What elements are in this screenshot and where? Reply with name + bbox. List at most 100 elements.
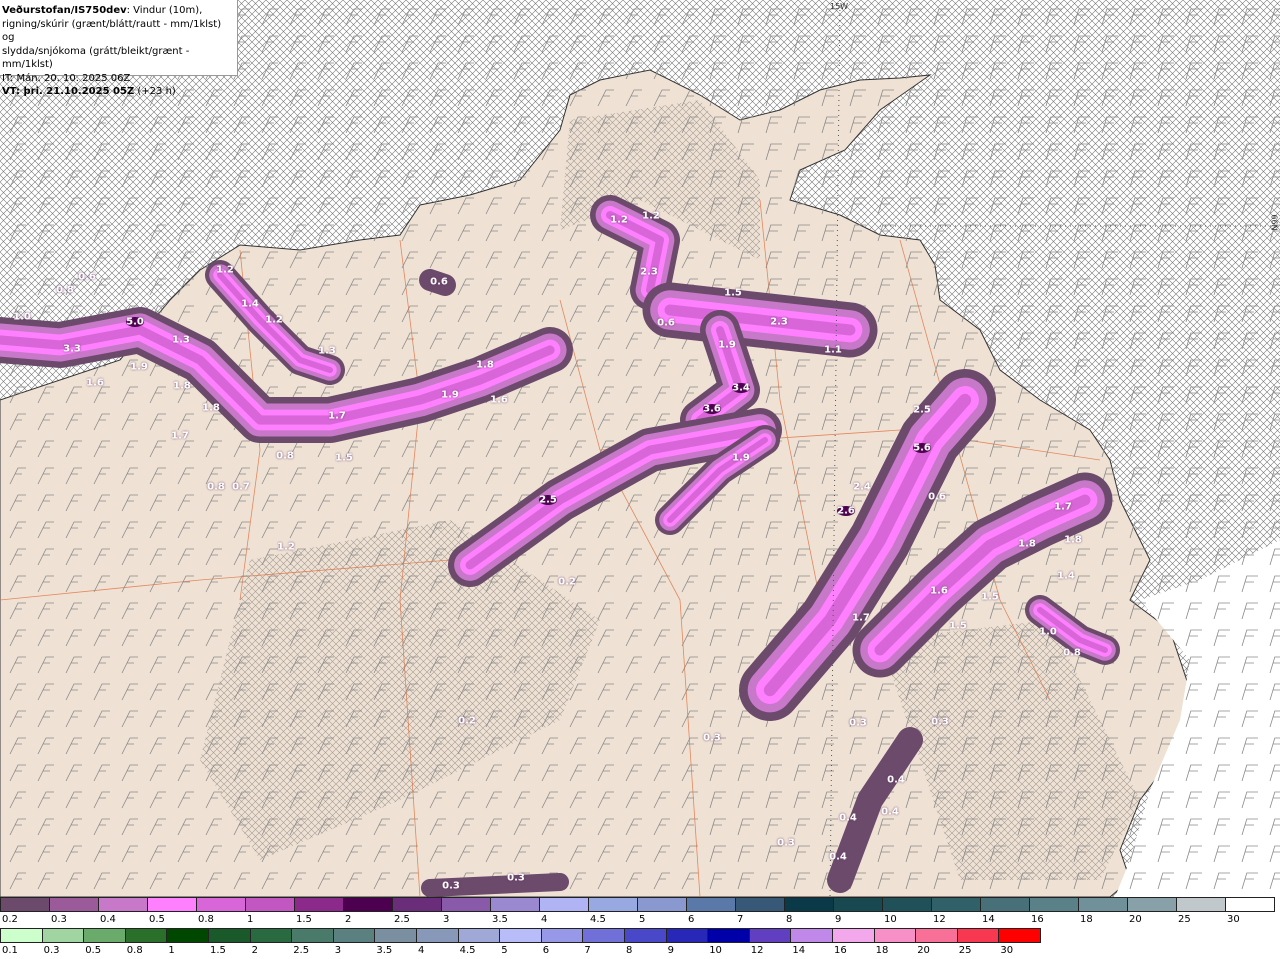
precip-value-label: 2.6 [837,505,855,517]
legend-swatch [665,928,709,943]
legend-tick: 20 [917,945,930,956]
legend-swatch [0,928,43,943]
precip-value-label: 2.3 [640,266,658,278]
precip-value-label: 1.5 [724,287,742,299]
legend-tick: 7 [584,945,591,956]
legend-swatch [245,897,295,912]
legend-swatch [882,897,932,912]
legend-swatch [98,897,148,912]
legend-tick: 18 [1080,914,1093,925]
legend-tick: 3.5 [492,914,508,925]
legend-swatch [166,928,209,943]
legend-swatch [499,928,542,943]
legend-tick: 14 [982,914,995,925]
precip-value-label: 0.4 [887,774,905,786]
legend-tick: 0.8 [126,945,143,956]
precip-value-label: 0.3 [931,716,949,728]
precip-value-label: 0.8 [56,284,74,296]
legend-swatch [707,928,750,943]
precip-value-label: 0.8 [276,450,294,462]
legend-swatch [956,928,1000,943]
precip-value-label: 1.8 [202,402,220,414]
precip-value-label: 1.2 [265,314,283,326]
precip-value-label: 1.7 [171,430,189,442]
legend-tick: 0.3 [43,945,60,956]
legend-tick: 10 [709,945,722,956]
legend-tick: 2.5 [394,914,410,925]
legend-tick: 1 [247,914,254,925]
legend-swatch [457,928,501,943]
precip-value-label: 1.8 [1064,534,1082,546]
legend-swatch [582,928,625,943]
legend-tick: 25 [1178,914,1191,925]
legend-tick: 4.5 [590,914,606,925]
precip-value-label: 1.5 [335,452,353,464]
legend-swatch [735,897,785,912]
precip-value-label: 0.4 [881,806,899,818]
legend-tick: 3 [443,914,450,925]
legend-tick: 5 [639,914,646,925]
map-info-box: Veðurstofan/IS750dev: Vindur (10m), rign… [0,0,238,97]
precip-value-label: 1.3 [318,345,336,357]
precip-value-label: 1.2 [610,214,628,226]
legend-tick: 4 [541,914,548,925]
legend-swatch [998,928,1041,943]
legend-swatch [748,928,792,943]
legend-swatch [1225,897,1275,912]
precip-value-label: 1.7 [1054,501,1072,513]
legend-swatch [441,897,491,912]
legend-tick: 25 [958,945,972,956]
legend-swatch [0,897,50,912]
precip-value-label: 0.6 [657,317,675,329]
precip-value-label: 2.5 [913,404,931,416]
legend-swatch [249,928,293,943]
legend-tick: 0.8 [198,914,214,925]
legend-swatch [41,928,85,943]
legend-swatch [83,928,126,943]
precip-value-label: 0.4 [839,812,857,824]
legend-tick: 14 [792,945,806,956]
precip-value-label: 0.3 [442,880,460,892]
precip-value-label: 1.0 [1039,626,1057,638]
precip-value-label: 2.5 [539,494,557,506]
legend-tick: 8 [786,914,793,925]
precip-value-label: 1.6 [490,394,508,406]
precip-value-label: 0.8 [207,481,225,493]
legend-tick: 9 [667,945,674,956]
legend-swatch [873,928,917,943]
precip-value-label: 0.8 [1063,647,1081,659]
precip-value-label: 0.7 [232,481,250,493]
precip-value-label: 1.9 [732,452,750,464]
legend-tick: 4 [418,945,425,956]
legend-tick: 5 [501,945,508,956]
precip-value-label: 2.3 [770,316,788,328]
lead-time: (+23 h) [137,86,176,97]
legend-swatch [124,928,168,943]
rain-legend: 0.1 0.3 0.5 0.8 1 1.5 2 2.5 3 3.5 4 4.5 5 6 7 8 9 10 12 14 1… [0,928,1280,959]
precip-value-label: 1.8 [476,359,494,371]
valid-time: VT: þri. 21.10.2025 05Z [2,86,135,97]
legend-tick: 1.5 [296,914,312,925]
precip-value-label: 1.3 [172,334,190,346]
precip-value-label: 1.0 [13,311,31,323]
legend-swatch [624,928,667,943]
precip-value-label: 0.4 [829,851,847,863]
precip-value-label: 0.3 [507,872,525,884]
precip-value-label: 0.3 [777,837,795,849]
precip-value-label: 1.2 [216,264,234,276]
latitude-label: 66N [1269,214,1279,231]
legend-swatch [915,928,958,943]
legend-swatch [294,897,344,912]
legend-swatch [1176,897,1226,912]
legend-tick: 0.5 [149,914,165,925]
legend-swatch [208,928,251,943]
precip-value-label: 2.4 [853,481,871,493]
precip-value-label: 1.4 [241,298,259,310]
precip-value-label: 0.3 [849,717,867,729]
legend-swatch [539,897,589,912]
precip-value-label: 1.9 [130,361,148,373]
precip-value-label: 1.2 [642,210,660,222]
legend-swatch [196,897,246,912]
precip-value-label: 0.3 [703,732,721,744]
precip-value-label: 1.7 [328,410,346,422]
